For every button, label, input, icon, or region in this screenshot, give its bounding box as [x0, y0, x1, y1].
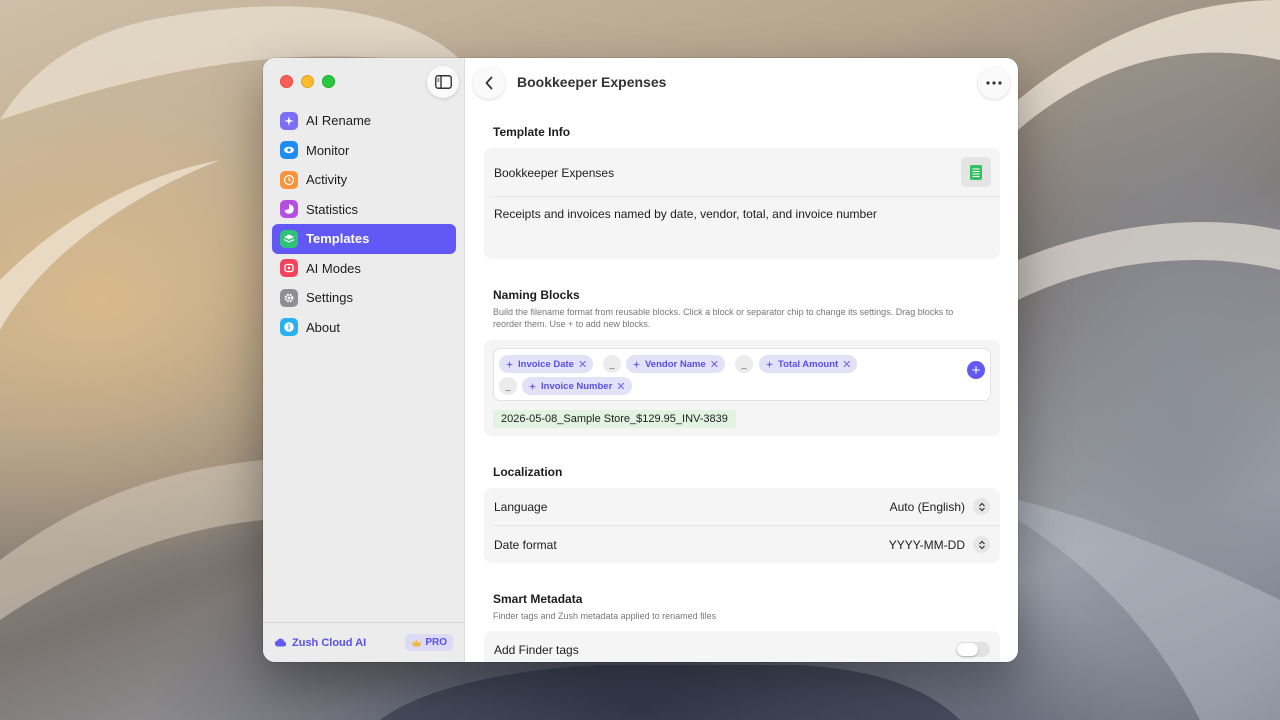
template-info-card: Bookkeeper Expenses Receipts and invoice…: [484, 148, 1000, 259]
block-label: Vendor Name: [645, 358, 706, 370]
date-format-row: Date format YYYY-MM-DD: [484, 526, 1000, 563]
sidebar-item-label: About: [306, 319, 340, 335]
mode-icon: [280, 259, 298, 278]
language-label: Language: [494, 499, 548, 514]
blocks-editor[interactable]: Invoice Date ✕ _ Vendor Name ✕ _ Total A…: [493, 348, 991, 401]
sidebar-toggle-button[interactable]: [427, 66, 459, 98]
sidebar-item-about[interactable]: About: [272, 313, 456, 343]
sparkle-icon: [528, 382, 537, 390]
date-format-value: YYYY-MM-DD: [888, 537, 965, 552]
language-select[interactable]: Auto (English): [890, 498, 990, 515]
template-info-heading: Template Info: [493, 125, 571, 139]
block-chip-total-amount[interactable]: Total Amount ✕: [759, 355, 858, 373]
remove-block-icon[interactable]: ✕: [616, 380, 625, 393]
language-value: Auto (English): [889, 499, 965, 514]
date-format-select[interactable]: YYYY-MM-DD: [889, 536, 990, 553]
localization-heading: Localization: [493, 465, 563, 479]
template-icon-button[interactable]: [961, 157, 991, 187]
date-format-label: Date format: [494, 537, 557, 552]
updown-chevron-icon: [973, 498, 990, 515]
sidebar-item-templates[interactable]: Templates: [272, 224, 456, 254]
app-window: AI Rename Monitor Activity Statistics Te…: [263, 58, 1018, 662]
cloud-ai-label: Zush Cloud AI: [292, 636, 367, 649]
sparkle-icon: [765, 360, 774, 368]
separator-chip[interactable]: _: [735, 355, 753, 373]
minimize-window-button[interactable]: [301, 75, 314, 88]
block-chip-invoice-date[interactable]: Invoice Date ✕: [499, 355, 594, 373]
block-label: Invoice Number: [541, 380, 613, 392]
divider: [494, 196, 1000, 197]
spreadsheet-icon: [970, 164, 982, 180]
cloud-icon: [274, 638, 287, 647]
naming-blocks-heading: Naming Blocks: [493, 288, 580, 302]
sidebar-icon: [434, 75, 452, 89]
pro-badge[interactable]: PRO: [405, 634, 453, 651]
info-icon: [280, 318, 298, 337]
block-chip-invoice-number[interactable]: Invoice Number ✕: [522, 377, 632, 395]
naming-blocks-card: Invoice Date ✕ _ Vendor Name ✕ _ Total A…: [484, 340, 1000, 436]
sidebar-item-monitor[interactable]: Monitor: [272, 136, 456, 166]
template-name-field[interactable]: Bookkeeper Expenses: [494, 166, 614, 180]
separator-chip[interactable]: _: [603, 355, 621, 373]
block-chip-vendor-name[interactable]: Vendor Name ✕: [626, 355, 725, 373]
finder-tags-row: Add Finder tags: [484, 631, 1000, 662]
sidebar-item-ai-modes[interactable]: AI Modes: [272, 254, 456, 284]
sidebar-item-label: Statistics: [306, 201, 359, 217]
smart-metadata-card: Add Finder tags: [484, 631, 1000, 662]
sidebar-item-settings[interactable]: Settings: [272, 283, 456, 313]
crown-icon: [412, 639, 422, 646]
smart-metadata-heading: Smart Metadata: [493, 592, 583, 606]
localization-card: Language Auto (English) Date format YYYY…: [484, 488, 1000, 563]
layers-icon: [280, 229, 298, 248]
page-title: Bookkeeper Expenses: [517, 74, 667, 90]
pie-chart-icon: [280, 200, 298, 219]
back-button[interactable]: [473, 67, 505, 99]
sparkle-icon: [280, 111, 298, 130]
close-window-button[interactable]: [280, 75, 293, 88]
separator-chip[interactable]: _: [499, 377, 517, 395]
finder-tags-toggle[interactable]: [956, 642, 990, 657]
plus-icon: +: [971, 361, 981, 379]
toolbar: Bookkeeper Expenses: [465, 58, 1018, 106]
sidebar-item-activity[interactable]: Activity: [272, 165, 456, 195]
filename-preview: 2026-05-08_Sample Store_$129.95_INV-3839: [493, 410, 736, 428]
updown-chevron-icon: [973, 536, 990, 553]
sidebar-item-label: Templates: [306, 231, 370, 247]
ellipsis-icon: [986, 81, 1002, 85]
gear-icon: [280, 288, 298, 307]
more-options-button[interactable]: [978, 67, 1010, 99]
remove-block-icon[interactable]: ✕: [710, 358, 719, 371]
zoom-window-button[interactable]: [322, 75, 335, 88]
sidebar-item-label: AI Modes: [306, 260, 361, 276]
sidebar-item-statistics[interactable]: Statistics: [272, 195, 456, 225]
remove-block-icon[interactable]: ✕: [842, 358, 851, 371]
sidebar-item-label: Monitor: [306, 142, 350, 158]
clock-icon: [280, 170, 298, 189]
sidebar-footer: Zush Cloud AI PRO: [263, 622, 464, 662]
sparkle-icon: [632, 360, 641, 368]
pro-label: PRO: [425, 637, 447, 648]
eye-icon: [280, 141, 298, 160]
template-description-field[interactable]: Receipts and invoices named by date, ven…: [494, 207, 877, 221]
sidebar-item-ai-rename[interactable]: AI Rename: [272, 106, 456, 136]
sidebar-item-label: Activity: [306, 172, 348, 188]
language-row: Language Auto (English): [484, 488, 1000, 525]
chevron-left-icon: [485, 76, 493, 90]
toggle-knob: [957, 643, 978, 656]
naming-blocks-description: Build the filename format from reusable …: [493, 307, 954, 329]
block-label: Total Amount: [778, 358, 839, 370]
window-controls: [280, 75, 335, 88]
sparkle-icon: [505, 360, 514, 368]
main-content: Bookkeeper Expenses Template Info Bookke…: [465, 58, 1018, 662]
add-block-button[interactable]: +: [967, 361, 985, 379]
finder-tags-label: Add Finder tags: [494, 642, 579, 657]
block-label: Invoice Date: [518, 358, 574, 370]
sidebar-item-label: AI Rename: [306, 113, 372, 129]
cloud-ai-link[interactable]: Zush Cloud AI: [274, 637, 366, 649]
sidebar-nav: AI Rename Monitor Activity Statistics Te…: [272, 106, 456, 342]
smart-metadata-description: Finder tags and Zush metadata applied to…: [493, 611, 717, 621]
remove-block-icon[interactable]: ✕: [578, 358, 587, 371]
sidebar-item-label: Settings: [306, 290, 353, 306]
sidebar: AI Rename Monitor Activity Statistics Te…: [263, 58, 465, 662]
